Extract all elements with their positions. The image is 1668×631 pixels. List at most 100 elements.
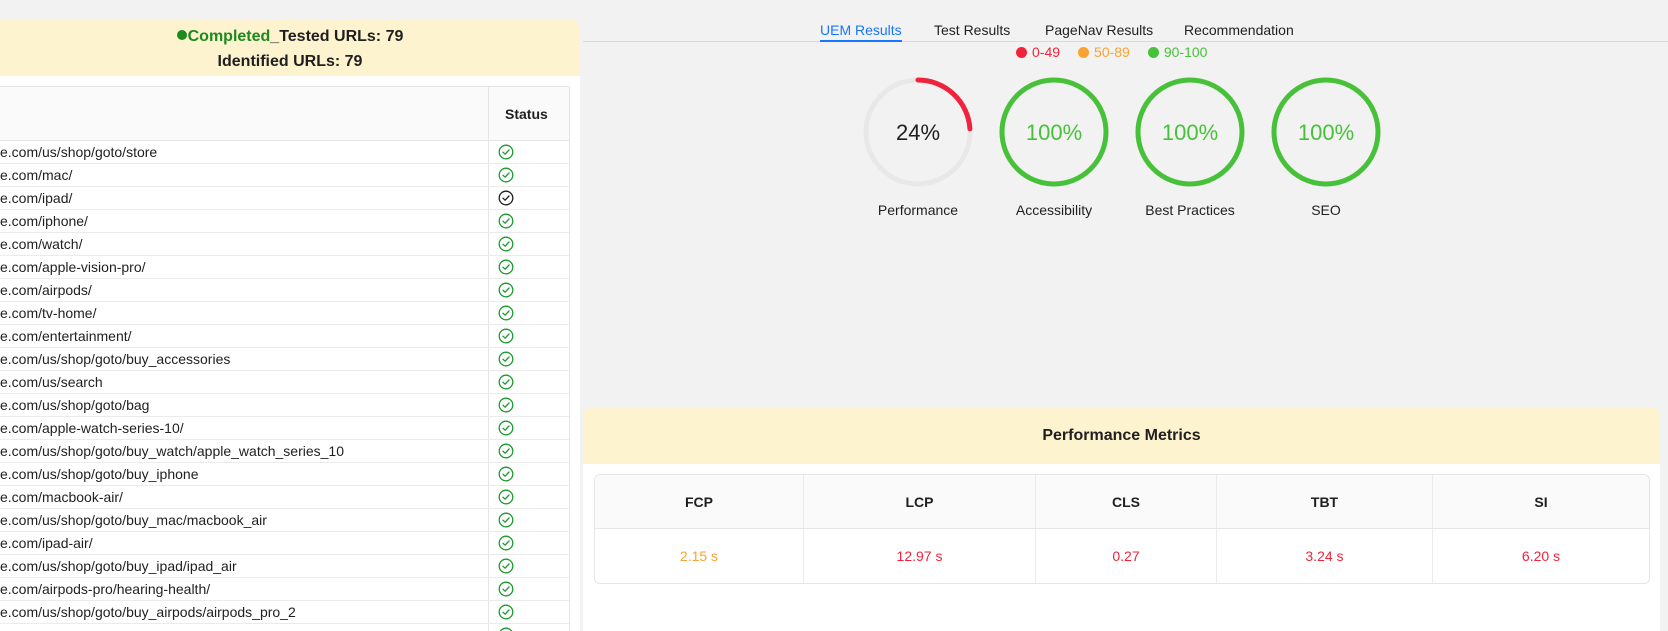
status-cell [489,233,569,255]
metric-header-lcp: LCP [804,475,1036,528]
status-cell [489,348,569,370]
url-cell: e.com/us/shop/goto/buy_ipad/ipad_air [0,555,489,577]
url-column-header [0,87,489,140]
status-cell [489,141,569,163]
results-tabs: UEM Results Test Results PageNav Results… [583,20,1668,42]
legend-label: 0-49 [1032,44,1061,60]
table-row: e.com/us/shop/goto/buy_mac/macbook_air [0,509,569,532]
check-circle-icon [498,489,514,505]
check-circle-icon [498,420,514,436]
check-circle-icon [498,466,514,482]
gauge-value: 100% [1026,120,1082,145]
performance-metrics-panel: Performance Metrics FCP LCP CLS TBT SI 2… [583,408,1660,631]
summary-header: Completed_Tested URLs: 79 Identified URL… [0,20,580,76]
check-circle-icon [498,167,514,183]
gauge-ring: 100% [1271,77,1381,187]
url-cell: e.com/us/shop/goto/buy_mac/macbook_air [0,509,489,531]
table-row: e.com/us/shop/goto/buy_airpods/airpods_p… [0,601,569,624]
metrics-table: FCP LCP CLS TBT SI 2.15 s 12.97 s 0.27 3… [594,474,1650,584]
url-cell: e.com/us/shop/goto/buy_airpods/airpods_p… [0,601,489,623]
url-cell: e.com/mac/ [0,164,489,186]
check-circle-icon [498,443,514,459]
legend-label: 90-100 [1163,44,1208,60]
score-legend: 0-49 50-89 90-100 [1016,44,1207,60]
metric-header-tbt: TBT [1217,475,1433,528]
check-circle-icon [498,259,514,275]
legend-item-average: 50-89 [1078,44,1130,60]
gauge-ring: 100% [999,77,1109,187]
check-circle-icon [498,581,514,597]
gauge-value: 24% [896,120,940,145]
check-circle-icon [498,397,514,413]
table-row: e.com/us/shop/goto/buy_watch/apple_watch… [0,440,569,463]
status-cell [489,279,569,301]
url-table-body: e.com/us/shop/goto/store e.com/mac/e.com/… [0,141,569,631]
status-cell [489,486,569,508]
status-cell [489,624,569,631]
status-cell [489,440,569,462]
table-row: e.com/us/shop/goto/buy_iphone [0,463,569,486]
gauge-label: Performance [877,202,959,218]
gauge-ring: 100% [1135,77,1245,187]
status-cell [489,578,569,600]
status-cell [489,256,569,278]
status-line: Completed_Tested URLs: 79 [0,24,580,49]
metrics-title: Performance Metrics [583,408,1660,464]
legend-dot-icon [1016,46,1027,58]
status-cell [489,509,569,531]
identified-count: Identified URLs: 79 [217,53,363,70]
metric-value-lcp: 12.97 s [804,529,1036,583]
status-cell [489,187,569,209]
url-cell: e.com/ipad/ [0,187,489,209]
status-dot-icon [176,30,187,40]
check-circle-icon [498,144,514,160]
status-cell [489,601,569,623]
url-cell: e.com/us/shop/goto/buy_accessories [0,348,489,370]
check-circle-icon [498,351,514,367]
check-circle-icon [498,305,514,321]
status-cell [489,371,569,393]
check-circle-icon [498,236,514,252]
legend-dot-icon [1147,46,1159,58]
status-cell [489,164,569,186]
url-status-panel: Completed_Tested URLs: 79 Identified URL… [0,20,580,631]
url-cell: e.com/us/shop/goto/buy_watch/apple_watch… [0,440,489,462]
tab-recommendation[interactable]: Recommendation [1184,21,1294,39]
check-circle-icon [498,558,514,574]
check-circle-icon [499,627,513,631]
check-circle-icon [498,282,514,298]
metric-value-cls: 0.27 [1036,529,1217,583]
table-row: e.com/airpods-pro/hearing-health/ [0,578,569,601]
status-cell [489,394,569,416]
table-row: e.com/entertainment/ [0,325,569,348]
tab-test-results[interactable]: Test Results [934,21,1010,39]
status-cell [489,417,569,439]
table-row: e.com/us/shop/goto/buy_ipad/ipad_air [0,555,569,578]
url-cell: e.com/macbook-air/ [0,486,489,508]
url-cell: e.com/airpods/ [0,279,489,301]
check-circle-icon [498,374,514,390]
table-row: e.com/macbook-air/ [0,486,569,509]
metrics-value-row: 2.15 s 12.97 s 0.27 3.24 s 6.20 s [595,529,1649,583]
table-row: e.com/apple-watch-series-10/ [0,417,569,440]
url-cell: e.com/watch/ [0,233,489,255]
url-cell: e.com/ipad-air/ [0,532,489,554]
url-cell: e.com/iphone/ [0,210,489,232]
table-row [0,624,569,631]
status-column-header: Status [505,105,548,122]
table-row: e.com/mac/ [0,164,569,187]
gauge-label: Best Practices [1145,202,1235,218]
score-gauge: 24% Performance [858,72,978,218]
score-gauge: 100% Accessibility [994,72,1114,218]
check-circle-icon [498,535,514,551]
tab-pagenav-results[interactable]: PageNav Results [1045,21,1153,39]
tab-uem-results[interactable]: UEM Results [820,21,902,42]
gauge-ring: 24% [863,77,973,187]
check-circle-icon [498,213,514,229]
table-row: e.com/ipad/ [0,187,569,210]
check-circle-icon [498,604,514,620]
gauge-value: 100% [1162,120,1218,145]
check-circle-icon [498,328,514,344]
metric-header-si: SI [1534,493,1548,510]
status-cell [489,555,569,577]
